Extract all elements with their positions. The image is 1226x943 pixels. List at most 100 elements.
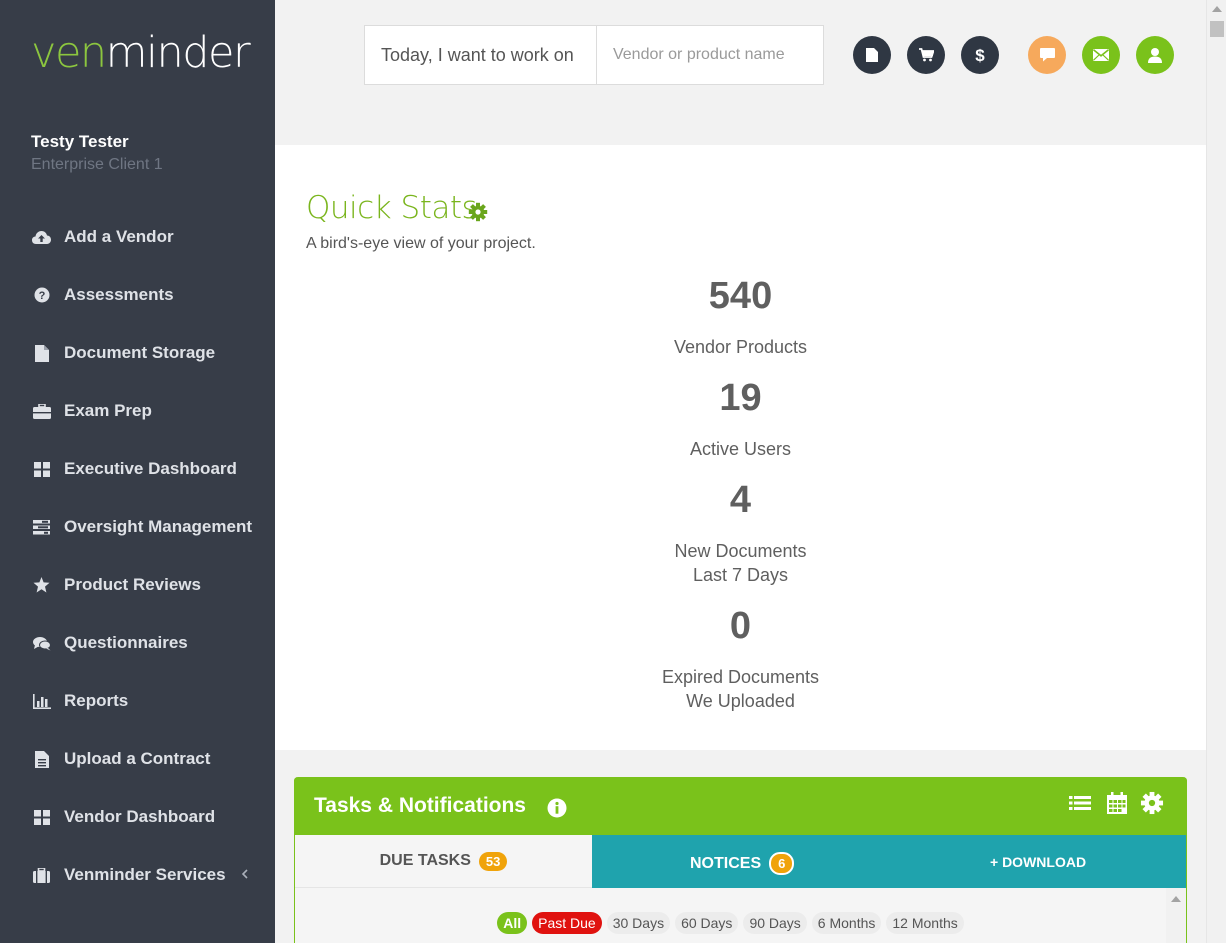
sidebar-item-label: Upload a Contract [64, 749, 211, 768]
due-tasks-count-badge: 53 [478, 851, 508, 871]
sidebar-item-venminder-services[interactable]: Venminder Services [0, 846, 275, 904]
quick-stats-subtitle: A bird's-eye view of your project. [306, 235, 536, 252]
grid-icon [32, 460, 51, 479]
work-on-label: Today, I want to work on [381, 44, 574, 65]
top-header: Today, I want to work on $ [275, 0, 1206, 145]
file-text-icon [32, 750, 51, 769]
filter-60-days[interactable]: 60 Days [675, 912, 739, 934]
tab-notices-label: NOTICES [690, 854, 762, 872]
mail-icon[interactable] [1082, 36, 1120, 74]
task-filters: All Past Due 30 Days 60 Days 90 Days 6 M… [295, 912, 1166, 934]
cart-icon[interactable] [907, 36, 945, 74]
sidebar-item-assessments[interactable]: ? Assessments [0, 266, 275, 324]
suitcase-icon [32, 866, 51, 885]
tab-due-tasks[interactable]: DUE TASKS 53 [295, 835, 592, 888]
tasks-header: Tasks & Notifications [294, 777, 1187, 835]
quick-stats-panel: Quick Stats A bird's-eye view of your pr… [275, 145, 1206, 750]
sidebar-item-label: Vendor Dashboard [64, 807, 216, 826]
stat-new-documents-value: 4 [729, 479, 752, 521]
question-circle-icon: ? [32, 286, 51, 305]
comments-icon [32, 634, 51, 653]
download-button[interactable]: + DOWNLOAD [990, 854, 1086, 870]
file-icon [32, 344, 51, 363]
sidebar-item-oversight-management[interactable]: Oversight Management [0, 498, 275, 556]
sidebar-item-product-reviews[interactable]: Product Reviews [0, 556, 275, 614]
stat-vendor-products-value: 540 [708, 275, 773, 317]
calendar-icon[interactable] [1105, 791, 1129, 815]
sidebar-item-label: Assessments [64, 285, 174, 304]
stat-expired-documents-sublabel: We Uploaded [686, 691, 795, 711]
sidebar: venminder Testy Tester Enterprise Client… [0, 0, 275, 943]
user-icon[interactable] [1136, 36, 1174, 74]
sidebar-item-label: Product Reviews [64, 575, 201, 594]
sidebar-item-exam-prep[interactable]: Exam Prep [0, 382, 275, 440]
stat-expired-documents-label: Expired Documents [661, 667, 820, 687]
svg-text:$: $ [975, 46, 985, 64]
sidebar-item-document-storage[interactable]: Document Storage [0, 324, 275, 382]
stat-expired-documents-value: 0 [729, 605, 752, 647]
vendor-search-input[interactable] [595, 26, 823, 84]
filter-all[interactable]: All [497, 912, 528, 934]
dollar-icon[interactable]: $ [961, 36, 999, 74]
filter-6-months[interactable]: 6 Months [811, 912, 882, 934]
scroll-up-arrow-icon[interactable] [1171, 896, 1181, 902]
scroll-up-arrow-icon[interactable] [1212, 6, 1222, 12]
work-on-search-box: Today, I want to work on [364, 25, 824, 85]
tab-notices-wrapper: NOTICES 6 [690, 852, 795, 875]
stat-new-documents-sublabel: Last 7 Days [692, 565, 789, 585]
svg-text:?: ? [38, 290, 45, 302]
stat-active-users-label: Active Users [689, 439, 792, 459]
gear-icon[interactable] [468, 202, 488, 222]
sidebar-item-label: Venminder Services [64, 865, 226, 884]
notices-count-badge: 6 [769, 852, 795, 875]
sidebar-item-label: Questionnaires [64, 633, 188, 652]
sidebar-item-label: Oversight Management [64, 517, 252, 536]
sidebar-item-label: Exam Prep [64, 401, 152, 420]
user-name: Testy Tester [31, 132, 129, 151]
cloud-upload-icon [32, 228, 51, 247]
stat-active-users-value: 19 [719, 377, 762, 419]
sidebar-item-add-a-vendor[interactable]: Add a Vendor [0, 208, 275, 266]
user-organization: Enterprise Client 1 [31, 156, 163, 173]
quick-stats-title: Quick Stats [306, 190, 478, 226]
sidebar-item-executive-dashboard[interactable]: Executive Dashboard [0, 440, 275, 498]
bar-chart-icon [32, 692, 51, 711]
chevron-left-icon[interactable] [240, 866, 250, 882]
sidebar-item-reports[interactable]: Reports [0, 672, 275, 730]
document-icon[interactable] [853, 36, 891, 74]
sidebar-item-questionnaires[interactable]: Questionnaires [0, 614, 275, 672]
venminder-logo[interactable]: venminder [31, 28, 251, 78]
scroll-thumb[interactable] [1210, 21, 1224, 37]
sidebar-item-vendor-dashboard[interactable]: Vendor Dashboard [0, 788, 275, 846]
briefcase-icon [32, 402, 51, 421]
sidebar-item-label: Executive Dashboard [64, 459, 237, 478]
filter-30-days[interactable]: 30 Days [606, 912, 671, 934]
grid-icon [32, 808, 51, 827]
tab-notices[interactable]: NOTICES 6 + DOWNLOAD [592, 835, 1186, 888]
logo-part-ven: ven [31, 28, 107, 78]
sidebar-item-label: Reports [64, 691, 129, 710]
tasks-tabbar: DUE TASKS 53 NOTICES 6 + DOWNLOAD [295, 835, 1186, 888]
sidebar-item-label: Add a Vendor [64, 227, 174, 246]
tasks-title: Tasks & Notifications [314, 794, 526, 817]
filter-12-months[interactable]: 12 Months [886, 912, 964, 934]
tasks-icon [32, 518, 51, 537]
sidebar-item-upload-a-contract[interactable]: Upload a Contract [0, 730, 275, 788]
gear-icon[interactable] [1140, 791, 1164, 815]
page-scrollbar[interactable] [1206, 0, 1226, 943]
stat-new-documents-label: New Documents [674, 541, 807, 561]
tasks-scrollbar[interactable] [1166, 888, 1186, 943]
tab-due-tasks-label: DUE TASKS [379, 852, 471, 869]
stat-vendor-products-label: Vendor Products [673, 337, 808, 357]
filter-90-days[interactable]: 90 Days [743, 912, 807, 934]
sidebar-nav: Add a Vendor ? Assessments Document Stor… [0, 208, 275, 904]
sidebar-item-label: Document Storage [64, 343, 216, 362]
tasks-notifications-panel: Tasks & Notifications DUE TASKS 53 NOTIC… [294, 777, 1187, 943]
list-view-icon[interactable] [1068, 791, 1092, 815]
task-filter-area: All Past Due 30 Days 60 Days 90 Days 6 M… [295, 888, 1166, 943]
star-icon [32, 576, 51, 595]
info-icon[interactable] [547, 798, 567, 818]
logo-part-minder: minder [105, 28, 251, 78]
filter-past-due[interactable]: Past Due [532, 912, 602, 934]
chat-icon[interactable] [1028, 36, 1066, 74]
